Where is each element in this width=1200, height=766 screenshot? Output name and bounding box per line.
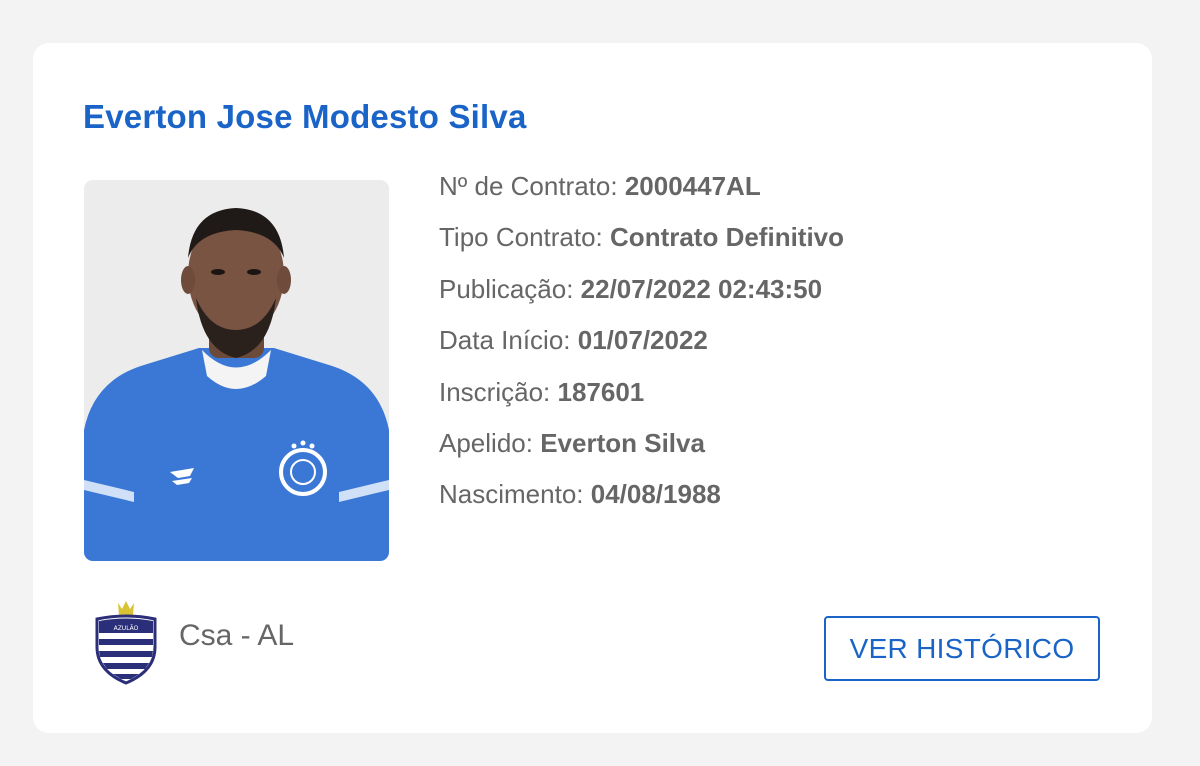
- club-info: AZULÃO Csa - AL: [91, 595, 294, 685]
- player-photo-image: [84, 180, 389, 561]
- view-history-button[interactable]: VER HISTÓRICO: [824, 616, 1100, 681]
- detail-value: Everton Silva: [540, 427, 705, 458]
- detail-value: 01/07/2022: [577, 325, 708, 356]
- detail-value: 04/08/1988: [590, 479, 721, 510]
- crest-text: AZULÃO: [114, 625, 139, 632]
- detail-value: Contrato Definitivo: [610, 222, 845, 253]
- detail-registration: Inscrição: 187601: [439, 376, 645, 407]
- player-photo: [84, 180, 389, 561]
- detail-nickname: Apelido: Everton Silva: [439, 427, 705, 458]
- player-name: Everton Jose Modesto Silva: [83, 98, 527, 135]
- detail-contract-number: Nº de Contrato: 2000447AL: [439, 171, 761, 201]
- detail-publication: Publicação: 22/07/2022 02:43:50: [439, 273, 823, 304]
- club-name: Csa - AL: [179, 619, 295, 652]
- detail-contract-type: Tipo Contrato: Contrato Definitivo: [439, 222, 845, 253]
- detail-birth-date: Nascimento: 04/08/1988: [439, 479, 721, 510]
- detail-start-date: Data Início: 01/07/2022: [439, 325, 708, 356]
- detail-value: 187601: [557, 376, 645, 407]
- contract-details: Nº de Contrato: 2000447AL Tipo Contrato:…: [439, 170, 844, 530]
- detail-value: 22/07/2022 02:43:50: [580, 273, 823, 304]
- player-card: Everton Jose Modesto Silva Nº de Contrat…: [33, 43, 1152, 733]
- detail-value: 2000447AL: [624, 171, 761, 201]
- csa-crest-icon: AZULÃO: [95, 601, 157, 685]
